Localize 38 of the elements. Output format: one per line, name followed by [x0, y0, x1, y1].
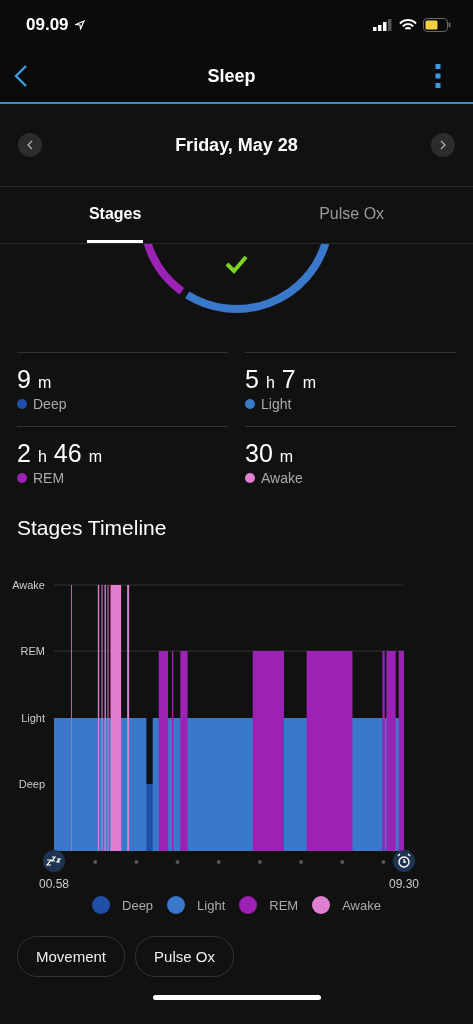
axis-label: Deep	[18, 778, 45, 790]
more-icon[interactable]	[435, 64, 441, 88]
alarm-clock-icon	[393, 850, 415, 872]
chevron-left-icon	[26, 140, 34, 150]
start-time: 00.58	[39, 877, 69, 891]
wifi-icon	[399, 18, 417, 32]
stat-label: REM	[33, 470, 65, 486]
date-label: Friday, May 28	[175, 134, 298, 156]
legend-label: Deep	[122, 897, 154, 913]
location-icon	[74, 20, 85, 30]
tab[interactable]: Stages	[86, 187, 144, 243]
legend-label: REM	[269, 897, 299, 913]
chevron-right-icon	[439, 140, 447, 150]
stat-value: 5 h 7 m	[245, 365, 318, 394]
status-time: 09.09	[26, 15, 69, 35]
end-time: 09.30	[389, 877, 419, 891]
stat-label: Awake	[261, 470, 303, 486]
back-icon[interactable]	[14, 64, 28, 88]
legend-label: Light	[197, 897, 226, 913]
chip-button[interactable]: Movement	[17, 936, 126, 977]
stat-value: 30 m	[245, 439, 295, 468]
axis-label: Light	[21, 712, 45, 724]
axis-label: Awake	[12, 579, 45, 591]
stat-value: 9 m	[17, 365, 53, 394]
stat-label: Deep	[33, 396, 67, 412]
axis-label: REM	[20, 645, 45, 657]
sleep-start-icon	[43, 850, 65, 872]
section-title: Stages Timeline	[16, 515, 168, 541]
tab[interactable]: Pulse Ox	[317, 187, 387, 243]
battery-icon	[423, 18, 451, 32]
stat-value: 2 h 46 m	[17, 439, 103, 468]
previous-day-button[interactable]	[18, 133, 42, 157]
chip-button[interactable]: Pulse Ox	[135, 936, 234, 977]
screen-title: Sleep	[207, 65, 256, 87]
signal-icon	[373, 19, 393, 31]
stat-label: Light	[261, 396, 292, 412]
legend-label: Awake	[342, 897, 381, 913]
next-day-button[interactable]	[431, 133, 455, 157]
